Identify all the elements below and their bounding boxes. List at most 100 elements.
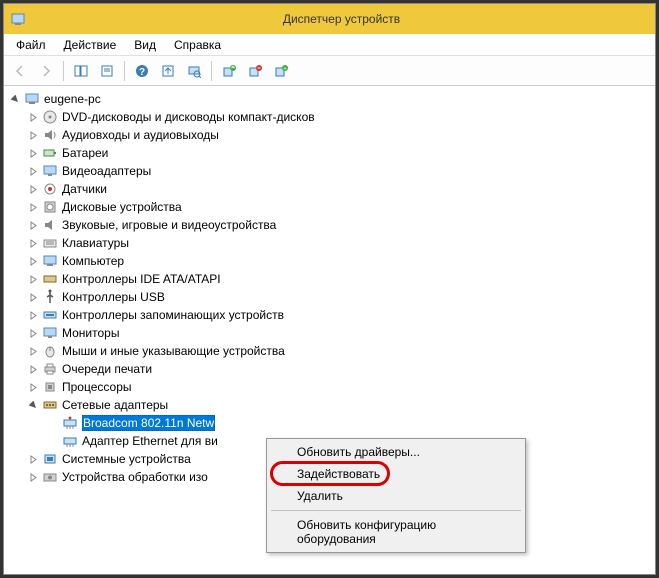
sound-icon <box>42 217 58 233</box>
category-label: Контроллеры IDE ATA/ATAPI <box>62 272 221 286</box>
forward-button[interactable] <box>34 59 58 83</box>
uninstall-button[interactable]: + <box>269 59 293 83</box>
expand-icon[interactable] <box>26 326 40 340</box>
expand-icon[interactable] <box>26 470 40 484</box>
svg-text:+: + <box>283 66 287 72</box>
ctx-delete[interactable]: Удалить <box>269 485 523 507</box>
device-broadcom[interactable]: Broadcom 802.11n Netw <box>4 414 655 432</box>
expand-icon[interactable] <box>26 290 40 304</box>
category-label: Устройства обработки изо <box>62 470 208 484</box>
category-label: DVD-дисководы и дисководы компакт-дисков <box>62 110 315 124</box>
category-item[interactable]: Видеоадаптеры <box>4 162 655 180</box>
category-label: Компьютер <box>62 254 124 268</box>
expand-icon[interactable] <box>26 344 40 358</box>
usb-icon <box>42 289 58 305</box>
expand-icon[interactable] <box>26 146 40 160</box>
expand-icon[interactable] <box>26 128 40 142</box>
category-item[interactable]: Мониторы <box>4 324 655 342</box>
menu-action[interactable]: Действие <box>56 36 125 54</box>
category-label: Клавиатуры <box>62 236 129 250</box>
category-item[interactable]: Контроллеры IDE ATA/ATAPI <box>4 270 655 288</box>
category-item[interactable]: Клавиатуры <box>4 234 655 252</box>
enable-button[interactable] <box>243 59 267 83</box>
toolbar-separator <box>63 61 64 81</box>
category-item[interactable]: Мыши и иные указывающие устройства <box>4 342 655 360</box>
battery-icon <box>42 145 58 161</box>
category-label: Процессоры <box>62 380 132 394</box>
network-icon <box>42 397 58 413</box>
expand-icon[interactable] <box>26 218 40 232</box>
device-tree[interactable]: eugene-pc DVD-дисководы и дисководы комп… <box>4 86 655 574</box>
device-manager-window: Диспетчер устройств Файл Действие Вид Сп… <box>3 3 656 575</box>
back-button[interactable] <box>8 59 32 83</box>
expand-icon[interactable] <box>26 236 40 250</box>
category-item[interactable]: Компьютер <box>4 252 655 270</box>
ctx-enable[interactable]: Задействовать <box>269 463 523 485</box>
category-label: Батареи <box>62 146 108 160</box>
cpu-icon <box>42 379 58 395</box>
menubar: Файл Действие Вид Справка <box>4 34 655 56</box>
category-network[interactable]: Сетевые адаптеры <box>4 396 655 414</box>
device-label: Broadcom 802.11n Netw <box>82 415 215 431</box>
up-button[interactable] <box>156 59 180 83</box>
category-label: Системные устройства <box>62 452 191 466</box>
category-label: Звуковые, игровые и видеоустройства <box>62 218 276 232</box>
category-label: Мониторы <box>62 326 119 340</box>
show-tree-button[interactable] <box>69 59 93 83</box>
category-item[interactable]: Дисковые устройства <box>4 198 655 216</box>
category-label: Дисковые устройства <box>62 200 182 214</box>
collapse-icon[interactable] <box>8 92 22 106</box>
menu-view[interactable]: Вид <box>126 36 164 54</box>
ctx-separator <box>271 510 521 511</box>
category-item[interactable]: Очереди печати <box>4 360 655 378</box>
category-item[interactable]: Контроллеры USB <box>4 288 655 306</box>
help-button[interactable]: ? <box>130 59 154 83</box>
category-item[interactable]: Аудиовходы и аудиовыходы <box>4 126 655 144</box>
properties-button[interactable] <box>95 59 119 83</box>
root-label: eugene-pc <box>44 92 101 106</box>
sensor-icon <box>42 181 58 197</box>
window-title: Диспетчер устройств <box>34 12 649 26</box>
expand-icon[interactable] <box>26 272 40 286</box>
update-driver-button[interactable] <box>217 59 241 83</box>
expand-icon[interactable] <box>26 380 40 394</box>
system-icon <box>42 451 58 467</box>
display-icon <box>42 163 58 179</box>
category-label: Контроллеры запоминающих устройств <box>62 308 284 322</box>
collapse-icon[interactable] <box>26 398 40 412</box>
device-label: Адаптер Ethernet для ви <box>82 434 218 448</box>
menu-file[interactable]: Файл <box>8 36 54 54</box>
titlebar[interactable]: Диспетчер устройств <box>4 4 655 34</box>
category-item[interactable]: DVD-дисководы и дисководы компакт-дисков <box>4 108 655 126</box>
storagectl-icon <box>42 307 58 323</box>
audio-icon <box>42 127 58 143</box>
scan-hw-button[interactable] <box>182 59 206 83</box>
toolbar-separator <box>124 61 125 81</box>
tree-root[interactable]: eugene-pc <box>4 90 655 108</box>
network-adapter-icon <box>62 415 78 431</box>
expand-icon[interactable] <box>26 200 40 214</box>
expand-icon[interactable] <box>26 308 40 322</box>
menu-help[interactable]: Справка <box>166 36 229 54</box>
computer-icon <box>24 91 40 107</box>
computer-icon <box>42 253 58 269</box>
category-item[interactable]: Датчики <box>4 180 655 198</box>
expand-icon[interactable] <box>26 452 40 466</box>
expand-icon[interactable] <box>26 164 40 178</box>
category-item[interactable]: Контроллеры запоминающих устройств <box>4 306 655 324</box>
expand-icon[interactable] <box>26 362 40 376</box>
category-label: Контроллеры USB <box>62 290 165 304</box>
expand-icon[interactable] <box>26 254 40 268</box>
window-icon <box>10 11 26 27</box>
category-label: Датчики <box>62 182 107 196</box>
category-label: Аудиовходы и аудиовыходы <box>62 128 219 142</box>
context-menu: Обновить драйверы... Задействовать Удали… <box>266 438 526 553</box>
expand-icon[interactable] <box>26 110 40 124</box>
category-item[interactable]: Звуковые, игровые и видеоустройства <box>4 216 655 234</box>
expand-icon[interactable] <box>26 182 40 196</box>
category-label: Мыши и иные указывающие устройства <box>62 344 285 358</box>
ctx-refresh-hw[interactable]: Обновить конфигурацию оборудования <box>269 514 523 550</box>
ctx-update-drivers[interactable]: Обновить драйверы... <box>269 441 523 463</box>
category-item[interactable]: Процессоры <box>4 378 655 396</box>
category-item[interactable]: Батареи <box>4 144 655 162</box>
